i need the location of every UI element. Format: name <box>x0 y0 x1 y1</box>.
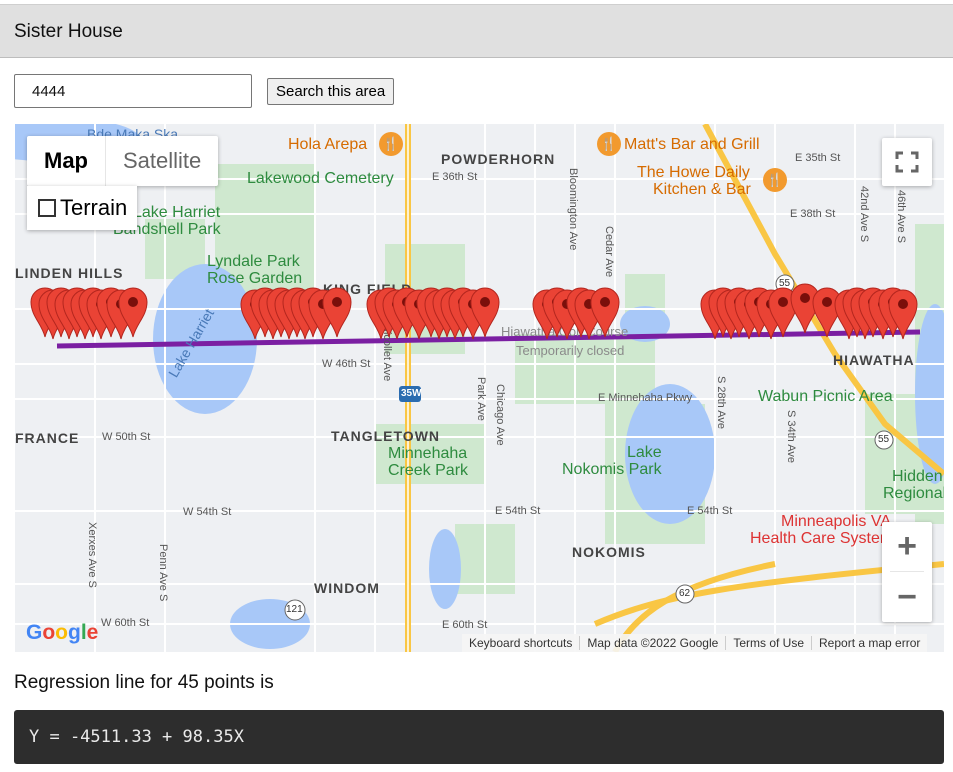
map-label: 121 <box>286 604 303 615</box>
divider <box>890 571 924 572</box>
map-marker-pin[interactable] <box>118 286 148 338</box>
keyboard-shortcuts-link[interactable]: Keyboard shortcuts <box>462 636 579 650</box>
map-label: W 60th St <box>101 617 150 629</box>
map-label: 62 <box>679 588 691 599</box>
map[interactable]: Bde Maka Ska Hola Arepa 🍴 POWDERHORN 🍴 M… <box>15 124 944 652</box>
terrain-label: Terrain <box>60 195 128 220</box>
zoom-control: + − <box>882 522 932 622</box>
map-label: Nokomis Park <box>562 461 662 478</box>
map-label: E 54th St <box>495 505 541 517</box>
map-label: W 50th St <box>102 431 151 443</box>
map-label: LINDEN HILLS <box>15 265 124 281</box>
map-label: Temporarily closed <box>516 343 625 358</box>
regression-caption: Regression line for 45 points is <box>14 672 274 693</box>
map-label: Lake Harriet <box>133 204 221 221</box>
zoom-out-button[interactable]: − <box>882 573 932 622</box>
map-label: Kitchen & Bar <box>653 181 751 198</box>
map-label: TANGLETOWN <box>331 428 441 444</box>
map-label: E 60th St <box>442 619 488 631</box>
search-input[interactable] <box>14 74 252 108</box>
restaurant-icon: 🍴 <box>597 132 621 156</box>
map-label: Chicago Ave <box>494 384 506 446</box>
map-label: Minnehaha <box>388 445 468 462</box>
restaurant-icon: 🍴 <box>379 132 403 156</box>
map-label: Creek Park <box>388 462 469 479</box>
map-label: E 35th St <box>795 152 841 164</box>
map-label: Minneapolis VA <box>781 513 891 530</box>
map-label: Regional <box>883 485 944 502</box>
map-label: E 54th St <box>687 505 733 517</box>
checkbox-icon <box>38 199 56 217</box>
regression-equation-block: Y = -4511.33 + 98.35X <box>14 710 944 764</box>
map-type-control: Map Satellite <box>27 136 219 186</box>
map-label: NOKOMIS <box>572 544 646 560</box>
map-marker-pin[interactable] <box>470 286 500 338</box>
map-label: 46th Ave S <box>895 190 907 244</box>
fullscreen-button[interactable] <box>882 138 932 186</box>
map-label: 55 <box>878 434 890 445</box>
map-label: Bloomington Ave <box>567 168 579 251</box>
map-label: W 54th St <box>183 506 232 518</box>
fullscreen-icon <box>895 151 919 173</box>
google-logo[interactable]: Google <box>26 621 98 645</box>
map-label: E 36th St <box>432 171 478 183</box>
map-marker-pin[interactable] <box>590 286 620 338</box>
map-data-text: Map data ©2022 Google <box>579 636 725 650</box>
map-label: 42nd Ave S <box>858 186 870 243</box>
map-label: Park Ave <box>475 377 487 421</box>
map-label: Lake <box>627 444 662 461</box>
search-area-button[interactable]: Search this area <box>267 78 395 105</box>
map-label: WINDOM <box>314 580 380 596</box>
map-label: Wabun Picnic Area <box>758 388 893 405</box>
map-label: Matt's Bar and Grill <box>624 136 760 153</box>
map-type-satellite-button[interactable]: Satellite <box>106 136 218 186</box>
map-attribution: Keyboard shortcuts Map data ©2022 Google… <box>462 634 928 652</box>
page-title: Sister House <box>14 21 123 42</box>
map-label: The Howe Daily <box>637 164 750 181</box>
zoom-in-button[interactable]: + <box>882 522 932 571</box>
map-label: Hola Arepa <box>288 136 368 153</box>
map-label: FRANCE <box>15 430 80 446</box>
map-label: Penn Ave S <box>157 544 169 602</box>
terms-link[interactable]: Terms of Use <box>725 636 811 650</box>
map-label: Xerxes Ave S <box>86 522 98 588</box>
terrain-checkbox[interactable]: Terrain <box>27 186 137 230</box>
map-label: W 46th St <box>322 358 371 370</box>
map-label: Health Care System <box>750 530 894 547</box>
map-label: Hidden <box>892 468 943 485</box>
map-label: Cedar Ave <box>603 226 615 278</box>
report-error-link[interactable]: Report a map error <box>811 636 927 650</box>
map-label: Lakewood Cemetery <box>247 170 394 187</box>
regression-equation: Y = -4511.33 + 98.35X <box>29 727 244 747</box>
map-marker-pin[interactable] <box>888 288 918 340</box>
page-header: Sister House <box>0 4 953 58</box>
map-type-map-button[interactable]: Map <box>27 136 106 186</box>
restaurant-icon: 🍴 <box>763 168 787 192</box>
map-label: E Minnehaha Pkwy <box>598 392 693 404</box>
map-marker-pin[interactable] <box>322 286 352 338</box>
map-label: S 28th Ave <box>715 376 727 430</box>
map-label: Lyndale Park <box>207 253 300 270</box>
map-label: S 34th Ave <box>785 410 797 464</box>
map-label: POWDERHORN <box>441 151 556 167</box>
map-label: 35W <box>401 388 422 399</box>
map-label: HIAWATHA <box>833 352 915 368</box>
map-label: E 38th St <box>790 208 836 220</box>
